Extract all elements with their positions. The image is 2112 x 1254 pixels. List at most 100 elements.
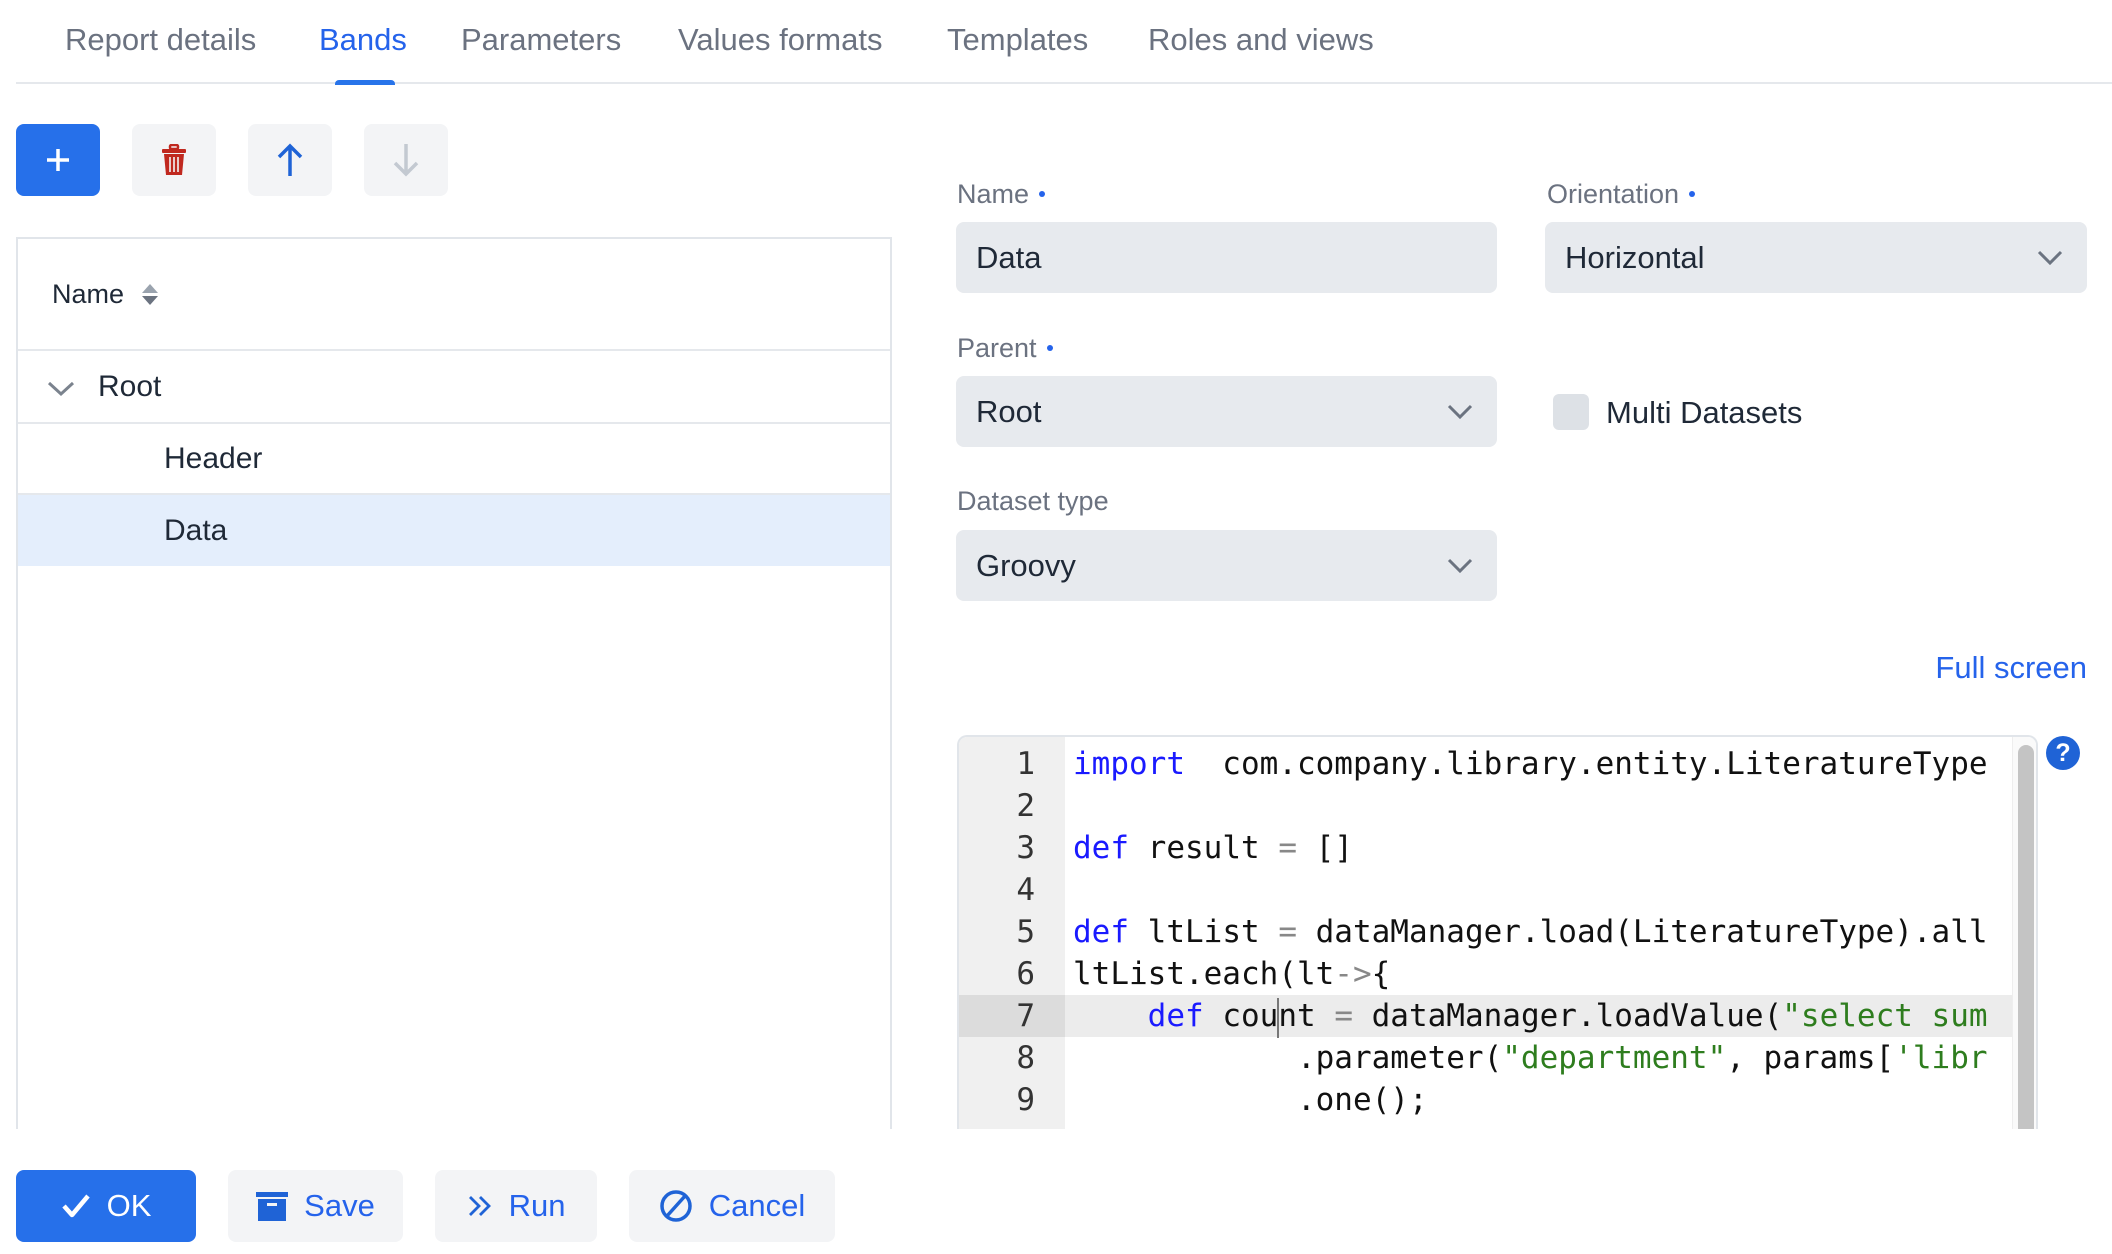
tab-report-details[interactable]: Report details: [65, 22, 256, 58]
code-keyword: def: [1073, 914, 1129, 950]
ok-button[interactable]: OK: [16, 1170, 196, 1242]
name-input-value: Data: [976, 239, 1042, 275]
editor-scrollbar[interactable]: [2018, 745, 2034, 1155]
groovy-code-editor[interactable]: 1 import com.company.library.entity.Liter…: [957, 735, 2038, 1155]
code-string: "select sum: [1782, 998, 1988, 1034]
code-string: "department": [1502, 1040, 1727, 1076]
parent-label: Parent: [957, 333, 1053, 364]
chevron-down-icon: [1447, 404, 1473, 419]
double-chevron-right-icon: [468, 1196, 491, 1216]
code-line[interactable]: 7 def count = dataManager.loadValue("sel…: [959, 995, 2014, 1038]
parent-select[interactable]: Root: [956, 376, 1497, 447]
orientation-label: Orientation: [1547, 179, 1696, 210]
name-label: Name: [957, 179, 1046, 210]
required-indicator: [1039, 190, 1046, 197]
code-text: def ltList = dataManager.load(Literature…: [1073, 911, 1988, 953]
code-line[interactable]: 8 .parameter("department", params['libr: [959, 1037, 2014, 1079]
dataset-type-label: Dataset type: [957, 486, 1109, 516]
chevron-down-icon: [2037, 250, 2063, 265]
arrow-down-icon: [393, 144, 419, 177]
code-token: {: [1371, 956, 1391, 992]
archive-box-icon: [256, 1192, 289, 1221]
move-up-button[interactable]: [248, 124, 332, 196]
code-line[interactable]: 6 ltList.each(lt->{: [959, 953, 2014, 995]
active-tab-indicator: [335, 80, 395, 85]
multi-datasets-checkbox[interactable]: [1553, 394, 1589, 430]
code-token: nt: [1278, 998, 1335, 1034]
code-text: .parameter("department", params['libr: [1073, 1037, 1988, 1079]
code-token: com.company.library.entity.LiteratureTyp…: [1184, 746, 1988, 782]
tree-row-label: Root: [98, 369, 162, 403]
chevron-down-icon[interactable]: [46, 373, 76, 403]
code-line[interactable]: 5 def ltList = dataManager.load(Literatur…: [959, 911, 2014, 953]
code-line[interactable]: 1 import com.company.library.entity.Liter…: [959, 743, 2014, 785]
code-operator: =: [1278, 914, 1297, 950]
line-number: 7: [959, 995, 1065, 1037]
tab-bands[interactable]: Bands: [319, 22, 407, 58]
tab-templates[interactable]: Templates: [947, 22, 1088, 58]
orientation-select[interactable]: Horizontal: [1545, 222, 2087, 293]
code-keyword: def: [1147, 998, 1204, 1034]
check-icon: [61, 1194, 90, 1218]
code-token: .parameter(: [1073, 1040, 1503, 1076]
code-token: .one();: [1073, 1082, 1428, 1118]
parent-select-value: Root: [976, 393, 1042, 429]
cancel-button[interactable]: Cancel: [629, 1170, 835, 1242]
code-text: .one();: [1073, 1079, 1428, 1121]
code-text: def result = []: [1073, 827, 1353, 869]
sort-icon[interactable]: [142, 283, 159, 305]
required-indicator: [1689, 190, 1696, 197]
code-line[interactable]: 4: [959, 869, 2014, 911]
tree-row-root[interactable]: Root: [18, 351, 890, 424]
add-band-button[interactable]: [16, 124, 100, 196]
code-operator: ->: [1334, 956, 1372, 992]
full-screen-link[interactable]: Full screen: [1935, 650, 2087, 686]
tree-row-label: Header: [164, 441, 263, 475]
arrow-up-icon: [277, 143, 303, 176]
name-input[interactable]: Data: [956, 222, 1497, 293]
delete-band-button[interactable]: [132, 124, 216, 196]
line-number: 6: [1016, 956, 1035, 992]
line-number: 4: [1016, 872, 1035, 908]
code-token: cou: [1203, 998, 1279, 1034]
code-line[interactable]: 2: [959, 785, 2014, 827]
orientation-select-value: Horizontal: [1565, 239, 1705, 275]
tree-row-header[interactable]: Header: [18, 424, 890, 495]
multi-datasets-label[interactable]: Multi Datasets: [1606, 395, 1802, 431]
code-token: result: [1129, 830, 1279, 866]
code-text: def count = dataManager.loadValue("selec…: [1073, 995, 1988, 1038]
move-down-button[interactable]: [364, 124, 448, 196]
tab-bar: Report details Bands Parameters Values f…: [16, 0, 2112, 85]
cancel-button-label: Cancel: [708, 1188, 806, 1223]
code-keyword: def: [1073, 830, 1129, 866]
code-text: ltList.each(lt->{: [1073, 953, 1390, 995]
column-header-label: Name: [52, 278, 125, 309]
question-circle-icon[interactable]: ?: [2046, 736, 2080, 770]
plus-icon: [47, 149, 69, 171]
code-token: dataManager.loadValue(: [1352, 998, 1783, 1034]
run-button[interactable]: Run: [435, 1170, 597, 1242]
save-button[interactable]: Save: [228, 1170, 403, 1242]
code-keyword: import: [1073, 746, 1185, 782]
line-number: 1: [1016, 746, 1035, 782]
required-indicator: [1046, 344, 1053, 351]
tab-roles-and-views[interactable]: Roles and views: [1148, 22, 1374, 58]
code-token: dataManager.load(LiteratureType).all: [1296, 914, 1988, 950]
code-token: ltList: [1129, 914, 1279, 950]
chevron-down-icon: [1447, 558, 1473, 573]
save-button-label: Save: [304, 1188, 375, 1223]
code-text: import com.company.library.entity.Litera…: [1073, 743, 1988, 785]
tree-column-header-name[interactable]: Name: [18, 239, 890, 351]
ban-icon: [660, 1190, 692, 1222]
tree-row-data[interactable]: Data: [18, 495, 890, 566]
dataset-type-select-value: Groovy: [976, 547, 1076, 583]
line-number: 9: [1016, 1082, 1035, 1118]
code-line[interactable]: 9 .one();: [959, 1079, 2014, 1121]
code-line[interactable]: 3 def result = []: [959, 827, 2014, 869]
code-token: []: [1296, 830, 1353, 866]
dataset-type-select[interactable]: Groovy: [956, 530, 1497, 601]
tree-row-label: Data: [164, 513, 228, 547]
tab-parameters[interactable]: Parameters: [461, 22, 621, 58]
tab-values-formats[interactable]: Values formats: [678, 22, 882, 58]
